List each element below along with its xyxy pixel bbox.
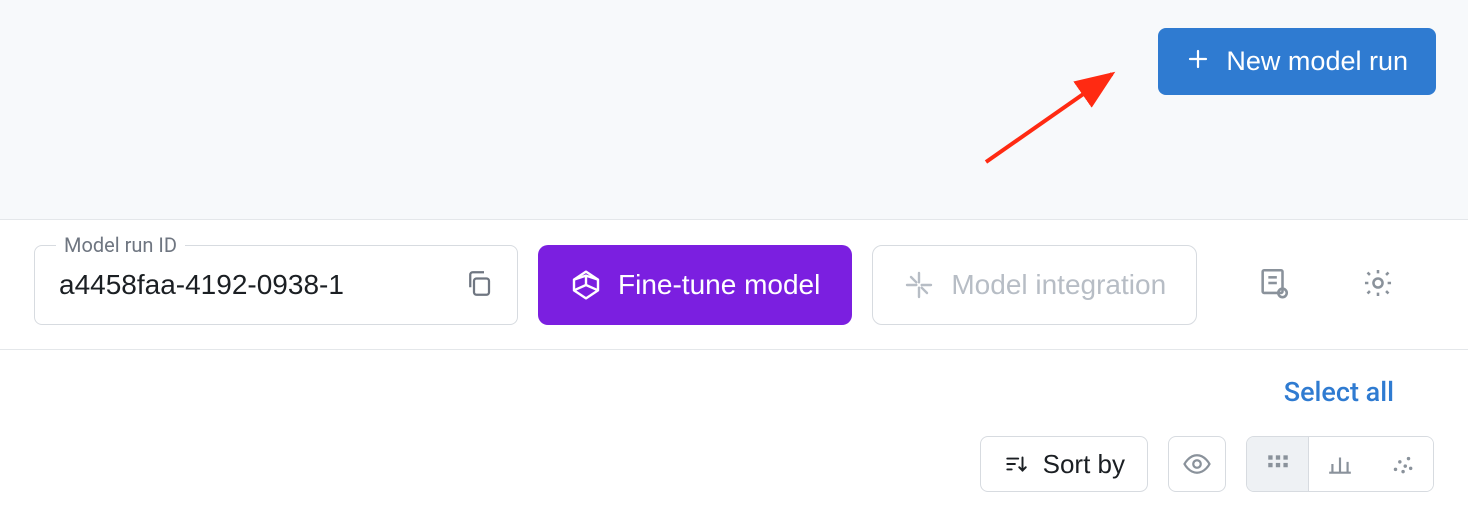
plus-icon xyxy=(1186,47,1210,76)
report-view-button[interactable] xyxy=(1247,256,1301,313)
header-region: New model run xyxy=(0,0,1468,220)
toolbar: Model run ID Fine-tune model Model integ… xyxy=(0,220,1468,350)
model-run-id-field: Model run ID xyxy=(34,245,518,325)
settings-button[interactable] xyxy=(1351,256,1405,313)
model-run-id-input[interactable] xyxy=(34,245,518,325)
fine-tune-label: Fine-tune model xyxy=(618,269,820,301)
list-controls: Sort by xyxy=(0,416,1468,492)
view-mode-toggle xyxy=(1246,436,1434,492)
polyhedron-icon xyxy=(570,269,602,301)
copy-id-button[interactable] xyxy=(458,262,500,307)
bar-chart-icon xyxy=(1327,451,1353,477)
sort-by-label: Sort by xyxy=(1043,449,1125,480)
gear-icon xyxy=(1361,266,1395,300)
report-icon xyxy=(1257,266,1291,300)
fine-tune-model-button[interactable]: Fine-tune model xyxy=(538,245,852,325)
annotation-arrow-icon xyxy=(978,62,1138,172)
integration-icon xyxy=(903,269,935,301)
visibility-toggle-button[interactable] xyxy=(1168,436,1226,492)
subbar: Select all xyxy=(0,350,1468,416)
model-integration-button[interactable]: Model integration xyxy=(872,245,1197,325)
model-run-id-label: Model run ID xyxy=(56,233,185,257)
scatter-icon xyxy=(1389,451,1415,477)
scatter-view-button[interactable] xyxy=(1371,437,1433,491)
grid-icon xyxy=(1265,451,1291,477)
new-model-run-button[interactable]: New model run xyxy=(1158,28,1436,95)
grid-view-button[interactable] xyxy=(1247,437,1309,491)
sort-icon xyxy=(1003,451,1029,477)
eye-icon xyxy=(1182,449,1212,479)
model-integration-label: Model integration xyxy=(951,269,1166,301)
copy-icon xyxy=(464,268,494,298)
select-all-link[interactable]: Select all xyxy=(34,368,1434,416)
bar-chart-view-button[interactable] xyxy=(1309,437,1371,491)
sort-by-button[interactable]: Sort by xyxy=(980,436,1148,492)
new-model-run-label: New model run xyxy=(1226,46,1408,77)
